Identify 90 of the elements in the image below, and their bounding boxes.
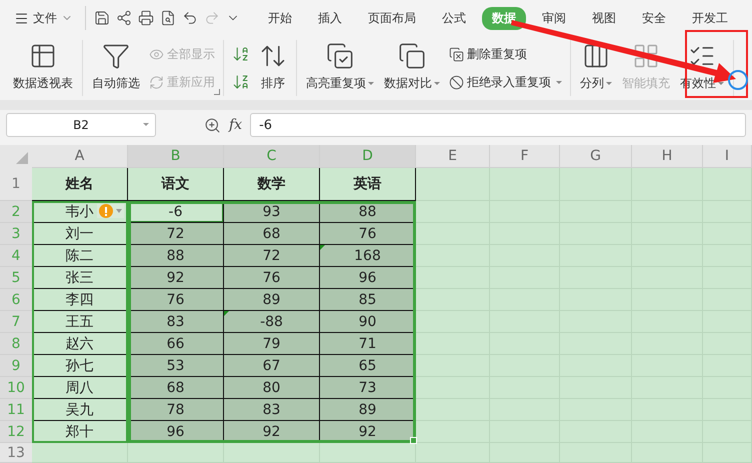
table-cell: 刘一: [32, 223, 128, 245]
columns-icon: [582, 42, 610, 70]
table-cell: 85: [320, 289, 416, 311]
copy-check-icon: [326, 42, 354, 70]
ribbon-button[interactable]: 高亮重复项: [303, 40, 377, 96]
table-cell: 76: [224, 267, 320, 289]
table-cell: 76: [128, 289, 224, 311]
table-cell: 赵六: [32, 333, 128, 355]
corner-triangle-icon: [16, 152, 28, 164]
caret-icon: [116, 209, 122, 213]
column-header[interactable]: G: [560, 145, 632, 168]
formula-input[interactable]: -6: [250, 113, 746, 137]
table-cell: 79: [224, 333, 320, 355]
header-cell: 英语: [320, 168, 416, 201]
warning-button[interactable]: [97, 204, 124, 218]
table-cell: 89: [224, 289, 320, 311]
column-header[interactable]: H: [632, 145, 703, 168]
sort-descending-icon: [232, 73, 250, 91]
dialog-launcher-icon[interactable]: [214, 89, 220, 95]
table-cell: -88: [224, 311, 320, 333]
table-cell: 53: [128, 355, 224, 377]
filter-icon: [102, 42, 130, 70]
ribbon-tab[interactable]: 公式: [432, 6, 476, 30]
ribbon-tab[interactable]: 审阅: [532, 6, 576, 30]
column-header[interactable]: C: [224, 145, 320, 168]
header-cell: 姓名: [32, 168, 128, 201]
table-cell: 73: [320, 377, 416, 399]
undo-icon[interactable]: [182, 10, 198, 26]
sort-ascending-icon: [232, 45, 250, 63]
warning-icon: [99, 204, 113, 218]
table-cell: 65: [320, 355, 416, 377]
table-cell: 66: [128, 333, 224, 355]
column-header[interactable]: F: [490, 145, 560, 168]
print-icon[interactable]: [138, 10, 154, 26]
ribbon-button[interactable]: 数据对比: [381, 40, 443, 96]
table-cell: 68: [128, 377, 224, 399]
file-menu[interactable]: 文件: [10, 10, 77, 26]
column-header[interactable]: A: [32, 145, 128, 168]
ribbon-button[interactable]: 拒绝录入重复项: [447, 72, 564, 92]
table-cell: 78: [128, 399, 224, 421]
table-cell: 83: [224, 399, 320, 421]
share-icon[interactable]: [116, 10, 132, 26]
ribbon-button[interactable]: 删除重复项: [447, 44, 564, 64]
table-cell: 96: [320, 267, 416, 289]
function-label[interactable]: fx: [229, 117, 242, 133]
table-cell: 83: [128, 311, 224, 333]
table-cell: 92: [128, 267, 224, 289]
table-cell: 76: [320, 223, 416, 245]
table-cell: 72: [128, 223, 224, 245]
caret-icon: [143, 123, 149, 126]
ribbon-tab[interactable]: 视图: [582, 6, 626, 30]
save-icon[interactable]: [94, 10, 110, 26]
ribbon-tab[interactable]: 页面布局: [358, 6, 426, 30]
table-cell: 80: [224, 377, 320, 399]
ribbon-button[interactable]: 排序: [256, 40, 290, 96]
ribbon-tab[interactable]: 开始: [258, 6, 302, 30]
table-cell: 90: [320, 311, 416, 333]
eye-icon: [149, 46, 164, 62]
ribbon-tab[interactable]: 安全: [632, 6, 676, 30]
table-cell: 89: [320, 399, 416, 421]
table-cell: 168: [320, 245, 416, 267]
column-header[interactable]: B: [128, 145, 224, 168]
ribbon-button[interactable]: 自动筛选: [89, 40, 143, 96]
ribbon-tab[interactable]: 开发工: [682, 6, 738, 30]
table-cell: 88: [128, 245, 224, 267]
menu-icon: [14, 10, 29, 26]
zoom-icon[interactable]: [204, 116, 221, 134]
redo-icon[interactable]: [204, 10, 220, 26]
table-cell: 68: [224, 223, 320, 245]
column-header[interactable]: E: [416, 145, 490, 168]
table-cell: 72: [224, 245, 320, 267]
ribbon-button[interactable]: 数据透视表: [10, 40, 76, 96]
print-preview-icon[interactable]: [160, 10, 176, 26]
name-box[interactable]: B2: [6, 113, 156, 137]
row-header[interactable]: 1: [0, 168, 32, 201]
table-cell: 71: [320, 333, 416, 355]
table-cell: 67: [224, 355, 320, 377]
circle-marker: [728, 70, 748, 90]
copy-icon: [398, 42, 426, 70]
prohibited-icon: [449, 74, 464, 90]
header-cell: 数学: [224, 168, 320, 201]
fill-handle[interactable]: [410, 437, 417, 444]
header-cell: 语文: [128, 168, 224, 201]
row-header[interactable]: 13: [0, 443, 32, 463]
copy-x-icon: [449, 46, 464, 62]
ribbon-tab[interactable]: 插入: [308, 6, 352, 30]
column-header[interactable]: I: [703, 145, 752, 168]
column-header[interactable]: D: [320, 145, 416, 168]
refresh-icon: [149, 74, 164, 90]
table-icon: [29, 42, 57, 70]
